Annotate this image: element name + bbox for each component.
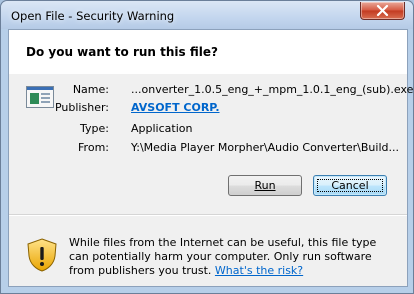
name-label: Name: bbox=[72, 83, 109, 96]
file-name-value: ...onverter_1.0.5_eng_+_mpm_1.0.1_eng_(s… bbox=[131, 83, 414, 96]
window-title: Open File - Security Warning bbox=[11, 9, 175, 23]
type-label: Type: bbox=[80, 122, 109, 135]
publisher-link[interactable]: AVSOFT CORP. bbox=[131, 101, 220, 114]
warning-shield-icon bbox=[27, 238, 57, 272]
close-button[interactable] bbox=[360, 2, 405, 20]
cancel-button-label: Cancel bbox=[331, 179, 369, 192]
run-button-label: Run bbox=[254, 179, 276, 192]
close-icon bbox=[376, 5, 389, 16]
cancel-button[interactable]: Cancel bbox=[313, 175, 387, 196]
question-header: Do you want to run this file? bbox=[9, 30, 407, 74]
security-warning-message: While files from the Internet can be use… bbox=[69, 236, 389, 278]
from-label: From: bbox=[78, 141, 109, 154]
run-button[interactable]: Run bbox=[228, 175, 302, 196]
question-text: Do you want to run this file? bbox=[26, 45, 218, 59]
publisher-label: Publisher: bbox=[54, 101, 109, 114]
whats-the-risk-link[interactable]: What's the risk? bbox=[215, 264, 303, 277]
security-warning-dialog: Open File - Security Warning Do you want… bbox=[0, 0, 414, 294]
file-type-value: Application bbox=[131, 122, 193, 135]
file-source-value: Y:\Media Player Morpher\Audio Converter\… bbox=[131, 141, 399, 154]
title-bar[interactable]: Open File - Security Warning bbox=[1, 1, 413, 29]
dialog-body: Do you want to run this file? Name: ...o… bbox=[8, 29, 413, 287]
divider bbox=[9, 214, 407, 216]
